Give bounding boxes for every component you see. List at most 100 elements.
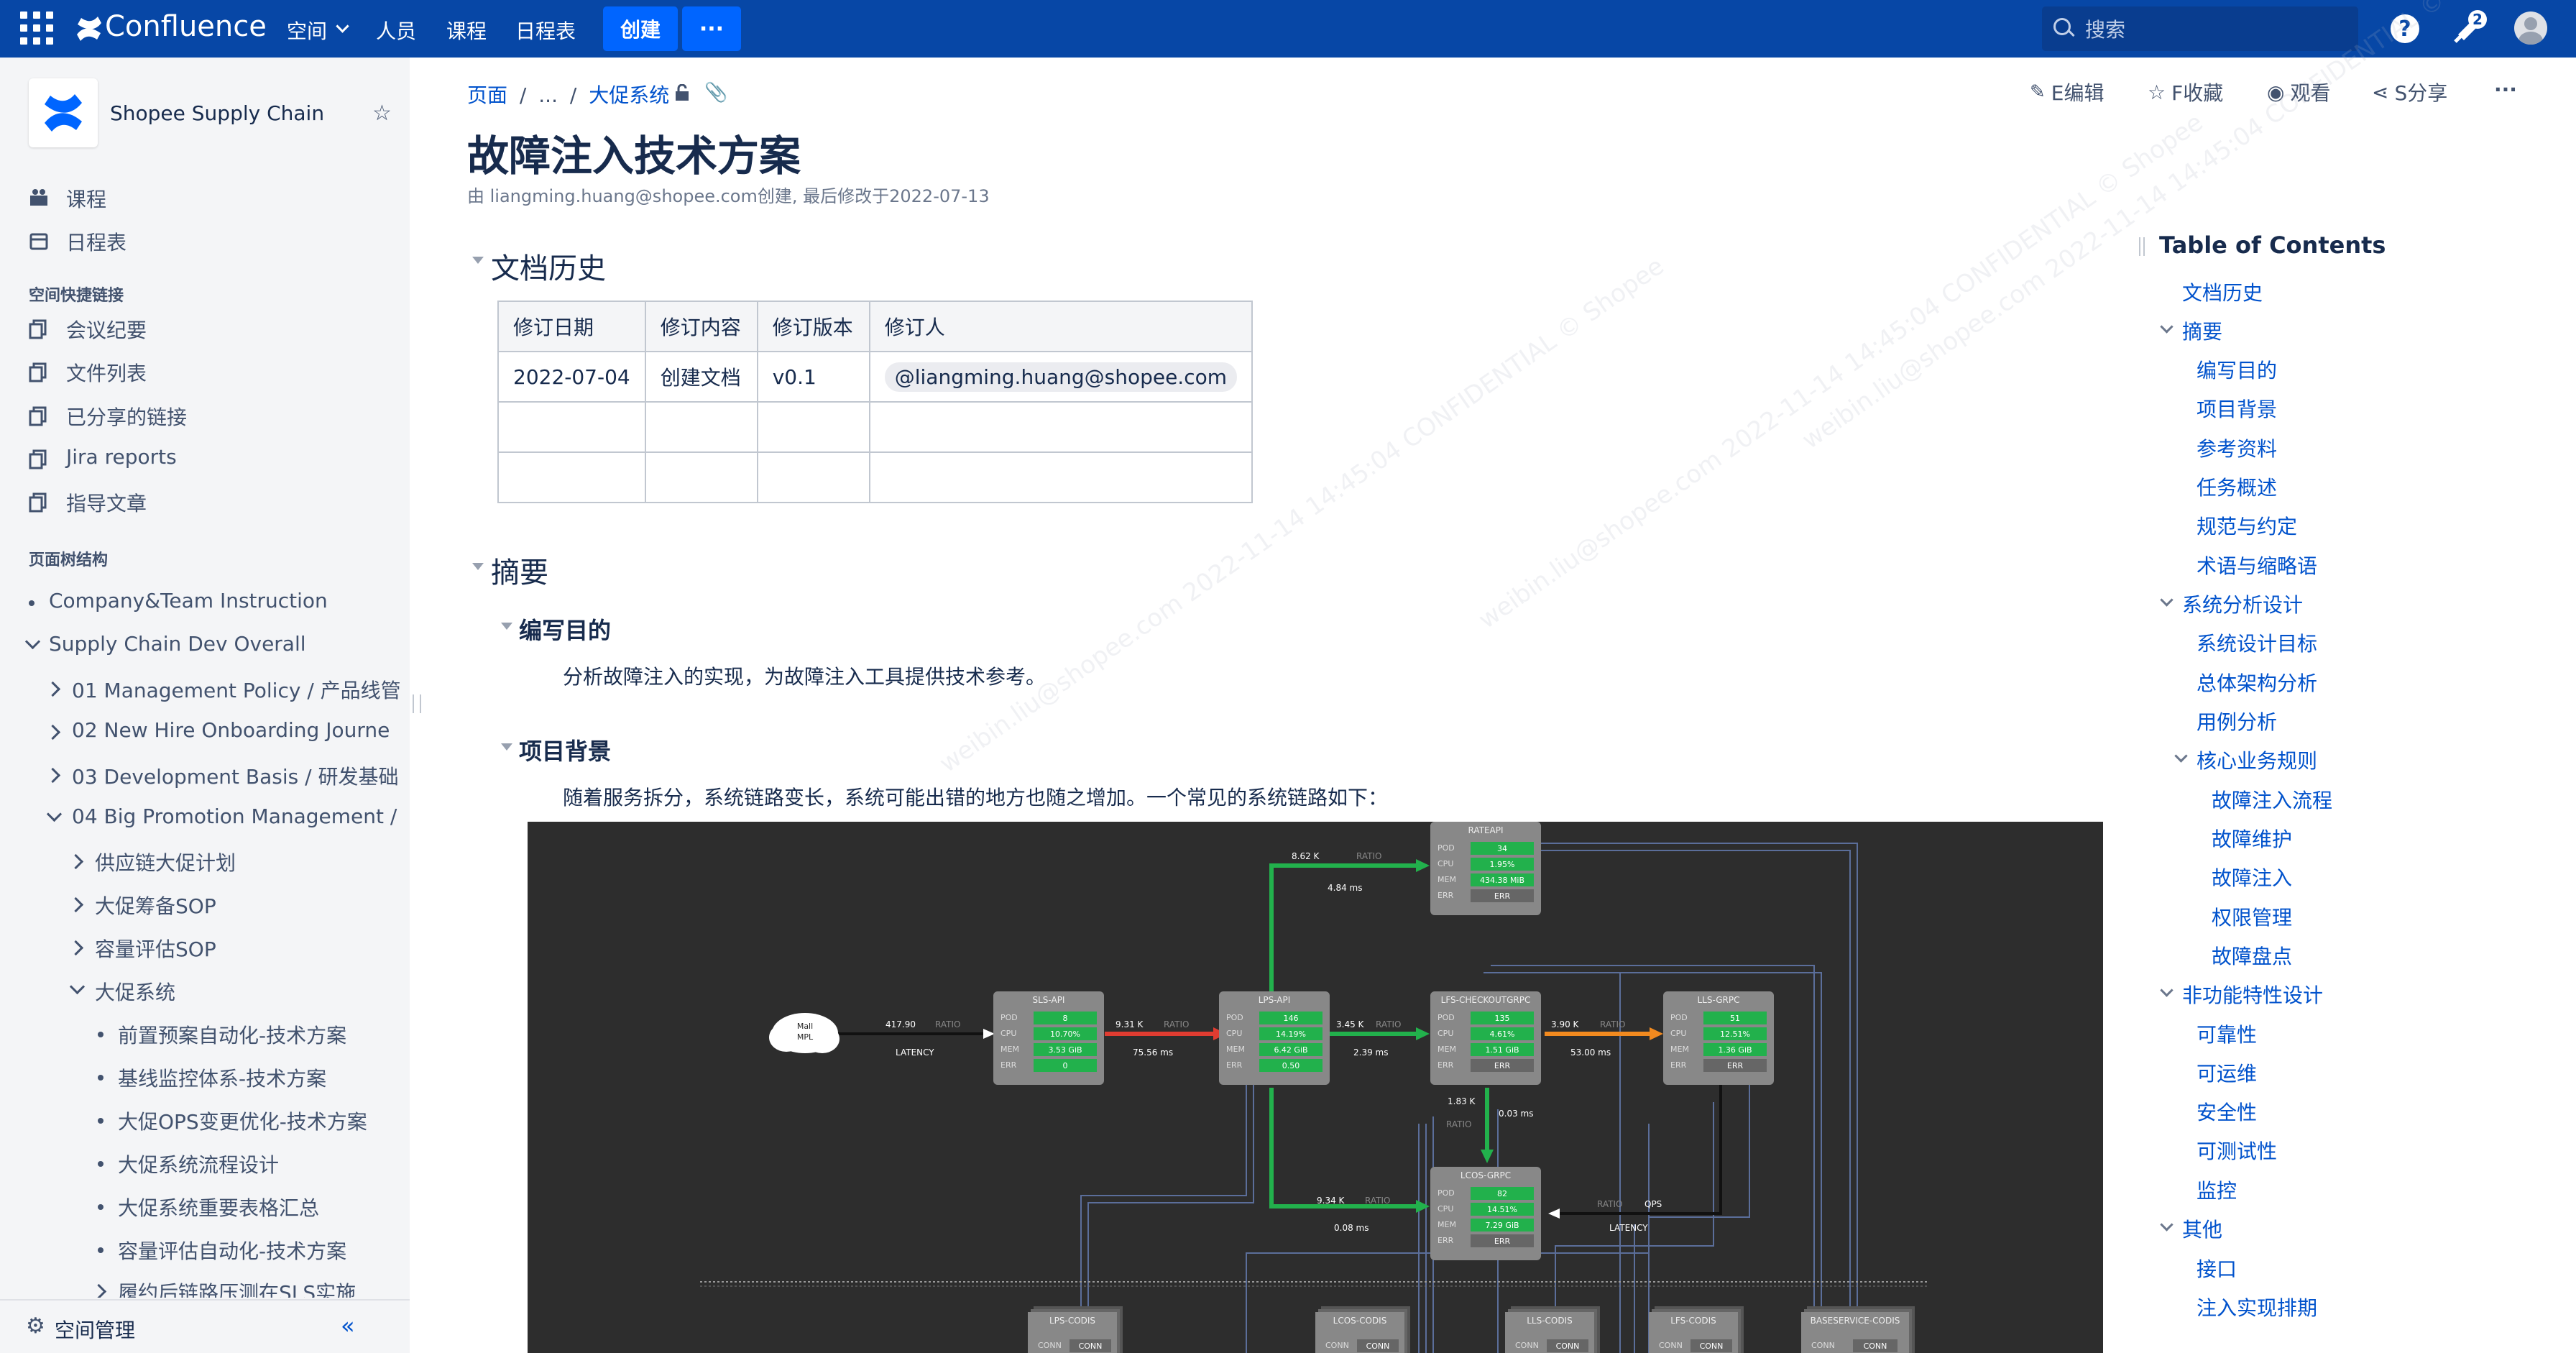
create-button[interactable]: 创建 xyxy=(603,6,678,51)
tree-item[interactable]: 02 New Hire Onboarding Journe xyxy=(0,718,410,747)
toc-item[interactable]: 摘要 xyxy=(2182,316,2222,345)
tree-item[interactable]: 容量评估自动化-技术方案 xyxy=(0,1236,410,1265)
toc-item[interactable]: 故障盘点 xyxy=(2212,941,2292,970)
chevron-right-icon[interactable] xyxy=(45,767,61,784)
confluence-logo-icon[interactable] xyxy=(75,13,104,45)
sidebar-shortcut[interactable]: Jira reports xyxy=(0,445,410,474)
nav-spaces[interactable]: 空间 xyxy=(287,16,327,45)
chevron-down-icon[interactable] xyxy=(24,633,41,650)
toc-item[interactable]: 编写目的 xyxy=(2196,355,2277,384)
chevron-down-icon[interactable] xyxy=(2160,1218,2174,1232)
toc-item[interactable]: 任务概述 xyxy=(2196,472,2277,501)
toc-item[interactable]: 接口 xyxy=(2196,1254,2237,1283)
sidebar-shortcut[interactable]: 文件列表 xyxy=(0,358,410,387)
chevron-right-icon[interactable] xyxy=(68,896,84,913)
toc-item[interactable]: 权限管理 xyxy=(2212,902,2292,931)
toc-drag-handle[interactable] xyxy=(2139,237,2145,256)
chevron-right-icon[interactable] xyxy=(91,1283,107,1298)
avatar[interactable] xyxy=(2514,12,2547,45)
sidebar-resize-handle[interactable] xyxy=(413,694,421,713)
nav-people[interactable]: 人员 xyxy=(376,16,416,45)
tree-item[interactable]: 大促系统 xyxy=(0,977,410,1006)
chevron-down-icon[interactable] xyxy=(2160,593,2174,607)
breadcrumb-ellipsis[interactable]: ... xyxy=(538,83,558,107)
notification-icon[interactable]: 2 xyxy=(2452,10,2487,45)
chevron-down-icon[interactable] xyxy=(46,806,63,822)
toc-item[interactable]: 故障注入流程 xyxy=(2212,785,2332,814)
toc-item[interactable]: 可运维 xyxy=(2196,1058,2257,1087)
tree-item[interactable]: 大促OPS变更优化-技术方案 xyxy=(0,1106,410,1135)
tree-item[interactable]: 履约后链路压测在SLS实施 xyxy=(0,1278,410,1298)
sidebar-item-calendar[interactable]: 日程表 xyxy=(0,227,410,256)
toc-item[interactable]: 文档历史 xyxy=(2182,278,2263,306)
gear-icon[interactable]: ⚙ xyxy=(26,1313,45,1339)
tree-item[interactable]: 大促筹备SOP xyxy=(0,891,410,919)
chevron-down-icon[interactable] xyxy=(336,19,349,33)
tree-item[interactable]: 大促系统重要表格汇总 xyxy=(0,1193,410,1221)
attachment-icon[interactable]: 📎 xyxy=(704,82,727,104)
sidebar-shortcut[interactable]: 指导文章 xyxy=(0,488,410,517)
share-button[interactable]: ⋖ S分享 xyxy=(2372,78,2447,106)
sidebar-item-courses[interactable]: 课程 xyxy=(0,184,410,213)
lock-icon[interactable] xyxy=(674,83,690,101)
help-icon[interactable]: ? xyxy=(2391,14,2419,43)
toc-item[interactable]: 故障注入 xyxy=(2212,863,2292,891)
nav-courses[interactable]: 课程 xyxy=(446,16,487,45)
tree-item[interactable]: 容量评估SOP xyxy=(0,934,410,963)
breadcrumb-root[interactable]: 页面 xyxy=(467,83,507,107)
toc-item[interactable]: 其他 xyxy=(2182,1214,2222,1243)
watch-button[interactable]: ◉ 观看 xyxy=(2267,78,2330,106)
brand-name[interactable]: Confluence xyxy=(105,10,267,43)
chevron-down-icon[interactable] xyxy=(2160,320,2174,334)
toc-item[interactable]: 监控 xyxy=(2196,1175,2237,1204)
star-icon[interactable]: ☆ xyxy=(372,101,392,126)
tree-item[interactable]: 大促系统流程设计 xyxy=(0,1150,410,1178)
collapse-icon[interactable] xyxy=(501,623,512,630)
more-actions-button[interactable]: ··· xyxy=(2494,78,2517,101)
sidebar-shortcut[interactable]: 已分享的链接 xyxy=(0,402,410,431)
toc-item[interactable]: 可测试性 xyxy=(2196,1136,2277,1165)
toc-item[interactable]: 注入实现排期 xyxy=(2196,1293,2317,1321)
tree-item[interactable]: 03 Development Basis / 研发基础 xyxy=(0,761,410,790)
toc-item[interactable]: 非功能特性设计 xyxy=(2182,980,2323,1009)
toc-item[interactable]: 规范与约定 xyxy=(2196,511,2297,540)
tree-item[interactable]: 基线监控体系-技术方案 xyxy=(0,1063,410,1092)
app-switcher-icon[interactable] xyxy=(20,12,55,46)
sidebar-shortcut[interactable]: 会议纪要 xyxy=(0,315,410,344)
tree-item[interactable]: 供应链大促计划 xyxy=(0,848,410,876)
space-logo-icon[interactable] xyxy=(29,78,98,147)
toc-item[interactable]: 可靠性 xyxy=(2196,1019,2257,1048)
search-input[interactable]: 搜索 xyxy=(2042,6,2358,51)
collapse-sidebar-icon[interactable]: « xyxy=(341,1312,355,1339)
toc-item[interactable]: 系统分析设计 xyxy=(2182,590,2303,618)
toc-item[interactable]: 系统设计目标 xyxy=(2196,628,2317,657)
collapse-icon[interactable] xyxy=(501,743,512,751)
tree-item[interactable]: 前置预案自动化-技术方案 xyxy=(0,1020,410,1049)
nav-calendar[interactable]: 日程表 xyxy=(515,16,576,45)
tree-item[interactable]: 01 Management Policy / 产品线管 xyxy=(0,675,410,704)
chevron-right-icon[interactable] xyxy=(45,724,61,740)
chevron-down-icon[interactable] xyxy=(2160,983,2174,997)
toc-item[interactable]: 安全性 xyxy=(2196,1097,2257,1126)
favorite-button[interactable]: ☆ F收藏 xyxy=(2148,78,2223,106)
more-create-button[interactable]: ··· xyxy=(682,6,741,51)
edit-button[interactable]: ✎ E编辑 xyxy=(2030,78,2104,106)
toc-item[interactable]: 用例分析 xyxy=(2196,707,2277,735)
space-name[interactable]: Shopee Supply Chain xyxy=(110,101,324,125)
toc-item[interactable]: 总体架构分析 xyxy=(2196,668,2317,697)
toc-item[interactable]: 故障维护 xyxy=(2212,824,2292,853)
toc-item[interactable]: 项目背景 xyxy=(2196,394,2277,423)
chevron-down-icon[interactable] xyxy=(69,978,86,995)
toc-item[interactable]: 核心业务规则 xyxy=(2196,746,2317,774)
tree-item[interactable]: Company&Team Instruction xyxy=(0,589,410,618)
toc-item[interactable]: 术语与缩略语 xyxy=(2196,551,2317,579)
chevron-right-icon[interactable] xyxy=(45,681,61,697)
tree-item[interactable]: Supply Chain Dev Overall xyxy=(0,632,410,661)
breadcrumb-parent[interactable]: 大促系统 xyxy=(589,83,669,107)
collapse-icon[interactable] xyxy=(472,563,484,570)
chevron-right-icon[interactable] xyxy=(68,853,84,870)
space-settings-link[interactable]: 空间管理 xyxy=(55,1315,135,1344)
toc-item[interactable]: 参考资料 xyxy=(2196,434,2277,462)
tree-item[interactable]: 04 Big Promotion Management / xyxy=(0,804,410,833)
collapse-icon[interactable] xyxy=(472,257,484,264)
